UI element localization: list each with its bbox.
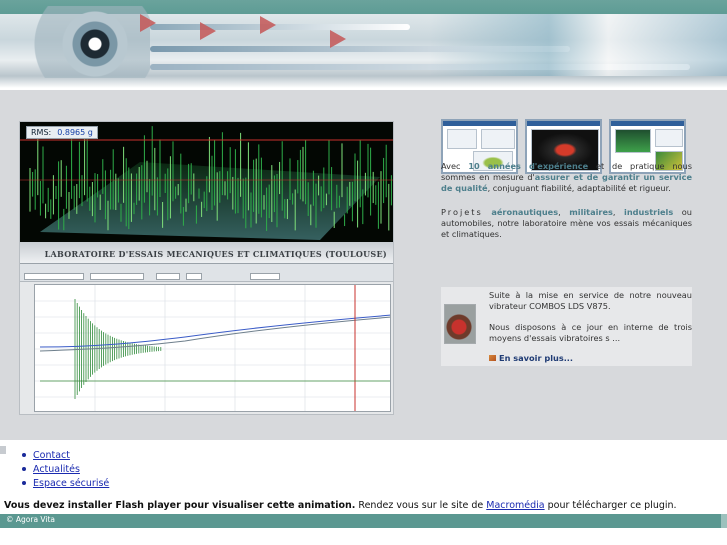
footer: © Agora Vita <box>0 514 727 545</box>
thumbnail-pane <box>655 129 683 147</box>
military-highlight: militaires <box>569 207 613 217</box>
rms-label: RMS: <box>31 128 52 137</box>
news-paragraph-1: Suite à la mise en service de notre nouv… <box>489 290 692 311</box>
flash-text: Rendez vous sur le site de <box>358 500 484 511</box>
toolbar-field <box>156 273 180 280</box>
thumbnail-titlebar <box>527 121 600 126</box>
aeronautics-highlight: aéronautiques <box>491 207 559 217</box>
vibrator-photo <box>444 304 476 344</box>
toolbar-field <box>250 273 280 280</box>
footer-bar <box>0 514 727 528</box>
arrow-graphic <box>140 14 156 32</box>
banner-tint <box>430 14 727 76</box>
experience-highlight: 10 années d'expérience <box>468 161 589 171</box>
nav-item-espace: Espace sécurisé <box>22 476 109 490</box>
news-text: Suite à la mise en service de notre nouv… <box>489 290 692 344</box>
news-box: Suite à la mise en service de notre nouv… <box>441 287 692 366</box>
read-more-link[interactable]: En savoir plus... <box>489 353 573 363</box>
news-link[interactable]: Actualités <box>33 464 80 475</box>
news-paragraph-2: Nous disposons à ce jour en interne de t… <box>489 322 692 343</box>
footer-marker <box>721 514 727 528</box>
nav-item-actualites: Actualités <box>22 462 109 476</box>
bullet-icon <box>22 481 26 485</box>
copyright: © Agora Vita <box>6 515 56 524</box>
arrow-graphic <box>200 22 216 40</box>
nav-item-contact: Contact <box>22 448 109 462</box>
rms-readout: RMS: 0.8965 g <box>26 126 98 139</box>
response-graphic <box>35 285 390 411</box>
lab-image: RMS: 0.8965 g LABORATOIRE D'ESSAIS MECAN… <box>19 121 394 415</box>
lab-title: LABORATOIRE D'ESSAIS MECANIQUES ET CLIMA… <box>44 249 387 259</box>
thumbnail-pane <box>615 129 651 153</box>
nav-list: Contact Actualités Espace sécurisé <box>22 448 109 490</box>
thumbnail-titlebar <box>611 121 684 126</box>
projects-label: Projets <box>441 207 483 217</box>
rms-value: 0.8965 g <box>57 128 93 137</box>
toolbar-field <box>24 273 84 280</box>
arrow-icon <box>489 355 496 361</box>
main-panel: RMS: 0.8965 g LABORATOIRE D'ESSAIS MECAN… <box>0 90 727 440</box>
header-banner <box>0 0 727 90</box>
intro-prefix: Avec <box>441 161 461 171</box>
flash-tail: pour télécharger ce plugin. <box>547 500 677 511</box>
intro-paragraph: Avec 10 années d'expérience et de pratiq… <box>441 161 692 194</box>
arrow-graphic <box>260 16 276 34</box>
thumbnail-titlebar <box>443 121 516 126</box>
banner-stripe <box>150 24 410 30</box>
eye-graphic <box>0 6 150 78</box>
flash-message: Vous devez installer Flash player pour v… <box>4 500 677 511</box>
nav-marker <box>0 446 6 454</box>
projects-paragraph: Projets aéronautiques, militaires, indus… <box>441 207 692 239</box>
spectrum-graphic <box>20 122 393 242</box>
arrow-graphic <box>330 30 346 48</box>
thumbnail-pane <box>481 129 515 149</box>
contact-link[interactable]: Contact <box>33 450 70 461</box>
industrial-highlight: industriels <box>624 207 674 217</box>
bullet-icon <box>22 467 26 471</box>
toolbar-field <box>186 273 202 280</box>
macromedia-link[interactable]: Macromédia <box>486 500 544 511</box>
intro-suffix: , conjuguant fiabilité, adaptabilité et … <box>487 183 671 193</box>
flash-warning: Vous devez installer Flash player pour v… <box>4 500 356 511</box>
response-plot <box>34 284 391 412</box>
thumbnail-pane <box>447 129 477 149</box>
intro-text: Avec 10 années d'expérience et de pratiq… <box>441 161 692 240</box>
toolbar-field <box>90 273 144 280</box>
navigation: Contact Actualités Espace sécurisé <box>0 440 727 500</box>
vibration-visualization: RMS: 0.8965 g <box>20 122 393 242</box>
bullet-icon <box>22 453 26 457</box>
secure-area-link[interactable]: Espace sécurisé <box>33 478 109 489</box>
read-more-label: En savoir plus... <box>499 353 574 363</box>
software-toolbar <box>20 264 393 282</box>
